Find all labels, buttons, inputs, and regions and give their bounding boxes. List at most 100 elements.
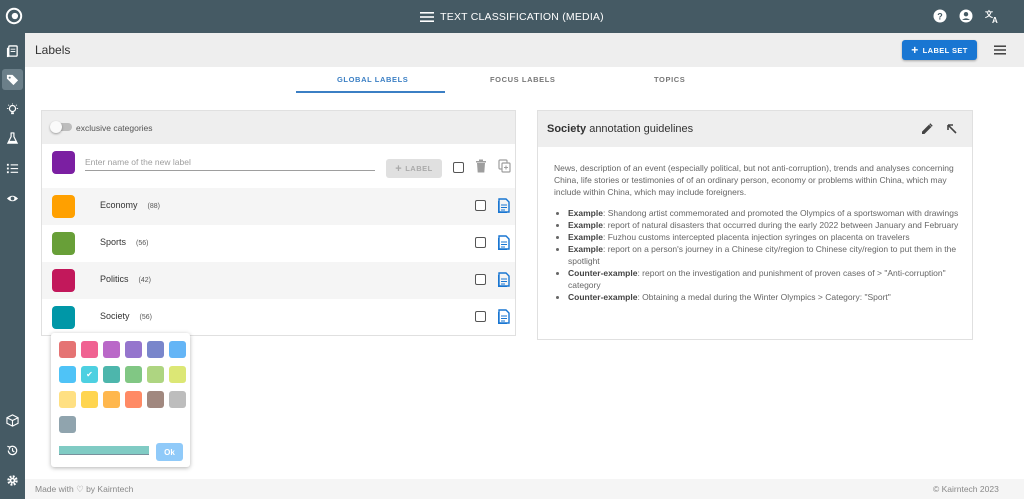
label-name-text: Politics (100, 274, 129, 284)
settings-icon (7, 475, 18, 486)
color-swatch-option[interactable] (125, 341, 142, 358)
select-all-checkbox[interactable] (453, 162, 464, 173)
color-value-field[interactable] (59, 446, 149, 455)
color-swatch-option[interactable] (147, 391, 164, 408)
tab-global-labels[interactable]: GLOBAL LABELS (337, 75, 408, 84)
labels-icon (6, 74, 19, 86)
labels-panel-toolbar: exclusive categories (42, 111, 515, 144)
guidelines-doc-icon[interactable] (498, 235, 510, 250)
rail-experiments[interactable] (2, 128, 23, 149)
color-swatch-option[interactable] (147, 341, 164, 358)
new-label-color-swatch[interactable] (52, 151, 75, 174)
main-content: GLOBAL LABELS FOCUS LABELS TOPICS exclus… (25, 67, 1024, 479)
color-swatch-option[interactable] (59, 416, 76, 433)
rail-documents[interactable] (2, 41, 23, 62)
label-color-swatch[interactable] (52, 232, 75, 255)
rail-labels[interactable] (2, 69, 23, 90)
add-label-button[interactable]: + LABEL (386, 159, 442, 178)
color-swatch-option[interactable] (59, 341, 76, 358)
page-header: Labels + LABEL SET (25, 33, 1024, 67)
label-row-economy[interactable]: Economy (88) (42, 188, 515, 225)
more-menu-icon[interactable] (994, 45, 1006, 55)
history-icon (7, 445, 18, 456)
documents-icon (6, 45, 18, 58)
label-row-sports[interactable]: Sports (56) (42, 225, 515, 262)
color-swatch-option[interactable] (169, 391, 186, 408)
color-ok-button[interactable]: Ok (156, 443, 183, 461)
help-icon[interactable]: ? (932, 8, 948, 24)
tab-focus-labels[interactable]: FOCUS LABELS (490, 75, 556, 84)
guidelines-description: News, description of an event (especiall… (554, 163, 954, 197)
color-swatch-option[interactable] (59, 366, 76, 383)
color-swatch-option[interactable] (81, 341, 98, 358)
label-checkbox[interactable] (475, 200, 486, 211)
color-swatch-option[interactable] (103, 366, 120, 383)
page-title: Labels (35, 43, 71, 57)
label-row-society[interactable]: Society (56) (42, 299, 515, 336)
label-name: Society (56) (100, 311, 152, 321)
translate-icon[interactable]: 文 A (984, 8, 1000, 24)
account-icon[interactable] (958, 8, 974, 24)
guideline-text: : Obtaining a medal during the Winter Ol… (637, 292, 891, 302)
labels-panel: exclusive categories + LABEL Economy (88)… (41, 110, 516, 336)
plus-icon: + (911, 43, 919, 57)
guidelines-doc-icon[interactable] (498, 272, 510, 287)
color-swatch-option[interactable] (103, 391, 120, 408)
delete-icon[interactable] (475, 159, 487, 173)
guideline-text: : Shandong artist commemorated and promo… (602, 208, 959, 218)
eye-icon (6, 195, 19, 202)
color-swatch-option[interactable] (147, 366, 164, 383)
duplicate-icon[interactable] (498, 159, 511, 173)
footer-made-with: Made with ♡ by Kairntech (35, 484, 134, 494)
color-swatch-option[interactable]: ✔ (81, 366, 98, 383)
plus-icon: + (395, 162, 403, 175)
rail-settings[interactable] (2, 470, 23, 491)
add-label-label: LABEL (405, 164, 433, 173)
guidelines-title-label: Society (547, 123, 587, 135)
guideline-item: Counter-example: Obtaining a medal durin… (568, 291, 962, 303)
guideline-kind: Example (568, 208, 603, 218)
guidelines-title: Society annotation guidelines (547, 123, 693, 135)
add-label-set-button[interactable]: + LABEL SET (902, 40, 977, 60)
rail-list[interactable] (2, 158, 23, 179)
color-swatch-option[interactable] (59, 391, 76, 408)
label-count: (56) (136, 240, 149, 247)
color-swatch-option[interactable] (169, 366, 186, 383)
top-bar: TEXT CLASSIFICATION (MEDIA) ? 文 A (0, 0, 1024, 33)
rail-models[interactable] (2, 410, 23, 431)
label-row-politics[interactable]: Politics (42) (42, 262, 515, 299)
menu-icon[interactable] (420, 11, 435, 23)
guidelines-doc-icon[interactable] (498, 309, 510, 324)
rail-review[interactable] (2, 188, 23, 209)
exclusive-categories-toggle[interactable] (50, 121, 72, 133)
guideline-text: : report of natural disasters that occur… (602, 220, 959, 230)
guideline-item: Example: Shandong artist commemorated an… (568, 207, 962, 219)
color-swatch-option[interactable] (103, 341, 120, 358)
label-color-swatch[interactable] (52, 306, 75, 329)
tab-topics[interactable]: TOPICS (654, 75, 685, 84)
app-logo-icon[interactable] (5, 7, 23, 25)
label-checkbox[interactable] (475, 274, 486, 285)
collapse-icon[interactable] (946, 123, 957, 134)
guidelines-doc-icon[interactable] (498, 198, 510, 213)
color-swatch-option[interactable] (81, 391, 98, 408)
color-swatch-option[interactable] (169, 341, 186, 358)
label-checkbox[interactable] (475, 237, 486, 248)
new-label-input[interactable] (85, 154, 375, 171)
color-swatch-option[interactable] (125, 391, 142, 408)
label-color-swatch[interactable] (52, 195, 75, 218)
label-count: (56) (139, 314, 152, 321)
label-name-text: Economy (100, 200, 138, 210)
guidelines-panel: Society annotation guidelines News, desc… (537, 110, 973, 340)
rail-history[interactable] (2, 440, 23, 461)
new-label-row: + LABEL (42, 144, 515, 188)
edit-icon[interactable] (921, 123, 933, 135)
label-checkbox[interactable] (475, 311, 486, 322)
label-color-swatch[interactable] (52, 269, 75, 292)
toggle-knob (50, 121, 62, 133)
guidelines-list: Example: Shandong artist commemorated an… (554, 207, 962, 303)
rail-suggestions[interactable] (2, 99, 23, 120)
guideline-kind: Example (568, 244, 603, 254)
color-swatch-option[interactable] (125, 366, 142, 383)
guideline-item: Example: report on a person's journey in… (568, 243, 962, 267)
